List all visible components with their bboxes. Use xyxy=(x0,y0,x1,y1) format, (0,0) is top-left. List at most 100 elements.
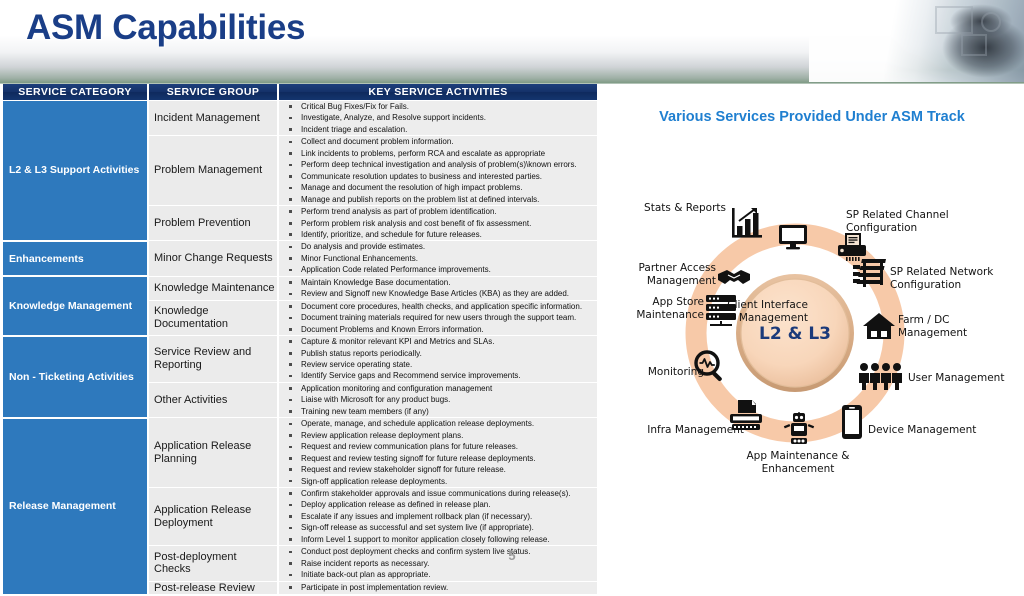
diagram-label-sp-related-network-configuration: SP Related Network Configuration xyxy=(890,266,994,291)
activity-item: Escalate if any issues and implement rol… xyxy=(279,511,597,522)
activity-item: Identify, prioritize, and schedule for f… xyxy=(279,229,597,240)
asm-services-diagram: Various Services Provided Under ASM Trac… xyxy=(600,84,1024,554)
asm-capabilities-table: SERVICE CATEGORY SERVICE GROUP KEY SERVI… xyxy=(3,84,597,596)
activity-item: Manage and publish reports on the proble… xyxy=(279,194,597,205)
handshake-icon xyxy=(716,266,752,294)
service-group-cell: Other Activities xyxy=(148,382,279,419)
activity-item: Review service operating state. xyxy=(279,359,597,370)
activity-item: Manage and document the resolution of hi… xyxy=(279,182,597,193)
slide-banner: ASM Capabilities xyxy=(0,0,1024,84)
key-service-activities-cell: Maintain Knowledge Base documentation. Re… xyxy=(278,276,597,301)
service-group-cell: Incident Management xyxy=(148,100,279,137)
header-key-service-activities: KEY SERVICE ACTIVITIES xyxy=(278,84,597,101)
activity-item: Deploy application release as defined in… xyxy=(279,499,597,510)
activity-item: Capture & monitor relevant KPI and Metri… xyxy=(279,336,597,347)
service-group-cell: Knowledge Documentation xyxy=(148,300,279,337)
key-service-activities-cell: Do analysis and provide estimates. Minor … xyxy=(278,240,597,277)
house-icon xyxy=(862,312,896,344)
activity-item: Document Problems and Known Errors infor… xyxy=(279,324,597,335)
service-group-cell: Problem Prevention xyxy=(148,205,279,242)
service-group-cell: Service Review and Reporting xyxy=(148,335,279,383)
activity-item: Document training materials required for… xyxy=(279,312,597,323)
service-group-cell: Minor Change Requests xyxy=(148,240,279,277)
table-row: Knowledge Management Knowledge Maintenanc… xyxy=(3,276,597,337)
activity-item: Incident triage and escalation. xyxy=(279,124,597,135)
activity-item: Perform problem risk analysis and cost b… xyxy=(279,218,597,229)
activity-item: Perform deep technical investigation and… xyxy=(279,159,597,170)
activity-item: Sign-off release as successful and set s… xyxy=(279,522,597,533)
service-category-cell: Enhancements xyxy=(3,240,149,278)
service-group-cell: Knowledge Maintenance xyxy=(148,276,279,301)
table-row: Release Management Application Release Pl… xyxy=(3,417,597,596)
table-row: L2 & L3 Support Activities Incident Manag… xyxy=(3,100,597,242)
activity-item: Training new team members (if any) xyxy=(279,406,597,417)
activity-item: Inform Level 1 support to monitor applic… xyxy=(279,534,597,545)
activity-item: Initiate back-out plan as appropriate. xyxy=(279,569,597,580)
activity-item: Critical Bug Fixes/Fix for Fails. xyxy=(279,101,597,112)
activity-item: Investigate, Analyze, and Resolve suppor… xyxy=(279,112,597,123)
key-service-activities-cell: Confirm stakeholder approvals and issue … xyxy=(278,487,597,547)
table-header-row: SERVICE CATEGORY SERVICE GROUP KEY SERVI… xyxy=(3,84,597,101)
typewriter-icon xyxy=(728,399,764,437)
activity-item: Operate, manage, and schedule applicatio… xyxy=(279,418,597,429)
server-stack-icon xyxy=(704,294,738,330)
activity-item: Collect and document problem information… xyxy=(279,136,597,147)
key-service-activities-cell: Participate in post implementation revie… xyxy=(278,581,597,596)
key-service-activities-cell: Collect and document problem information… xyxy=(278,135,597,207)
activity-item: Document core procedures, health checks,… xyxy=(279,301,597,312)
people-icon xyxy=(858,362,904,394)
diagram-label-stats-reports: Stats & Reports xyxy=(644,202,726,214)
activity-item: Do analysis and provide estimates. xyxy=(279,241,597,252)
activity-item: Confirm stakeholder approvals and issue … xyxy=(279,488,597,499)
service-group-cell: Problem Management xyxy=(148,135,279,207)
activity-item: Communicate resolution updates to busine… xyxy=(279,171,597,182)
key-service-activities-cell: Perform trend analysis as part of proble… xyxy=(278,205,597,242)
activity-item: Application monitoring and configuration… xyxy=(279,383,597,394)
monitor-icon xyxy=(778,224,808,254)
page-title: ASM Capabilities xyxy=(26,8,306,47)
service-category-cell: Release Management xyxy=(3,417,149,596)
table-row: Non - Ticketing Activities Service Review… xyxy=(3,335,597,419)
key-service-activities-cell: Critical Bug Fixes/Fix for Fails. Investi… xyxy=(278,100,597,137)
diagram-label-partner-access-management: Partner Access Management xyxy=(638,262,716,287)
activity-item: Sign-off application release deployments… xyxy=(279,476,597,487)
key-service-activities-cell: Operate, manage, and schedule applicatio… xyxy=(278,417,597,488)
service-group-cell: Application Release Deployment xyxy=(148,487,279,547)
activity-item: Participate in post implementation revie… xyxy=(279,582,597,593)
service-category-cell: L2 & L3 Support Activities xyxy=(3,100,149,242)
mobile-phone-icon xyxy=(841,404,863,444)
activity-item: Request and review communication plans f… xyxy=(279,441,597,452)
activity-item: Liaise with Microsoft for any product bu… xyxy=(279,394,597,405)
header-service-category: SERVICE CATEGORY xyxy=(3,84,149,101)
service-category-cell: Knowledge Management xyxy=(3,276,149,337)
slide-number: 5 xyxy=(508,548,516,563)
service-group-cell: Application Release Planning xyxy=(148,417,279,488)
activity-item: Link incidents to problems, perform RCA … xyxy=(279,148,597,159)
diagram-label-infra-management: Infra Management xyxy=(647,424,744,436)
activity-item: Perform trend analysis as part of proble… xyxy=(279,206,597,217)
activity-item: Request and review stakeholder signoff f… xyxy=(279,464,597,475)
diagram-label-device-management: Device Management xyxy=(868,424,977,436)
table-row: Enhancements Minor Change Requests Do anal… xyxy=(3,240,597,278)
bar-chart-icon xyxy=(730,206,764,244)
diagram-center-label: L2 & L3 xyxy=(759,324,831,344)
network-rack-icon xyxy=(853,259,889,293)
diagram-label-app-store-maintenance: App Store Maintenance xyxy=(636,296,704,321)
activity-item: Minor Functional Enhancements. xyxy=(279,253,597,264)
activity-item: Maintain Knowledge Base documentation. xyxy=(279,277,597,288)
banner-photo xyxy=(809,0,1024,82)
activity-item: Application Code related Performance imp… xyxy=(279,264,597,275)
activity-item: Review and Signoff new Knowledge Base Ar… xyxy=(279,288,597,299)
key-service-activities-cell: Document core procedures, health checks,… xyxy=(278,300,597,337)
key-service-activities-cell: Application monitoring and configuration… xyxy=(278,382,597,419)
service-group-cell: Post-release Review xyxy=(148,581,279,596)
magnifier-pulse-icon xyxy=(693,349,727,387)
key-service-activities-cell: Capture & monitor relevant KPI and Metri… xyxy=(278,335,597,383)
diagram-label-app-maintenance-enhancement: App Maintenance & Enhancement xyxy=(746,450,850,475)
activity-item: Identify Service gaps and Recommend serv… xyxy=(279,370,597,381)
activity-item: Request and review testing signoff for f… xyxy=(279,453,597,464)
robot-icon xyxy=(782,407,816,450)
diagram-label-monitoring: Monitoring xyxy=(647,366,704,378)
diagram-label-farm-dc-management: Farm / DC Management xyxy=(898,314,968,339)
activity-item: Review application release deployment pl… xyxy=(279,430,597,441)
